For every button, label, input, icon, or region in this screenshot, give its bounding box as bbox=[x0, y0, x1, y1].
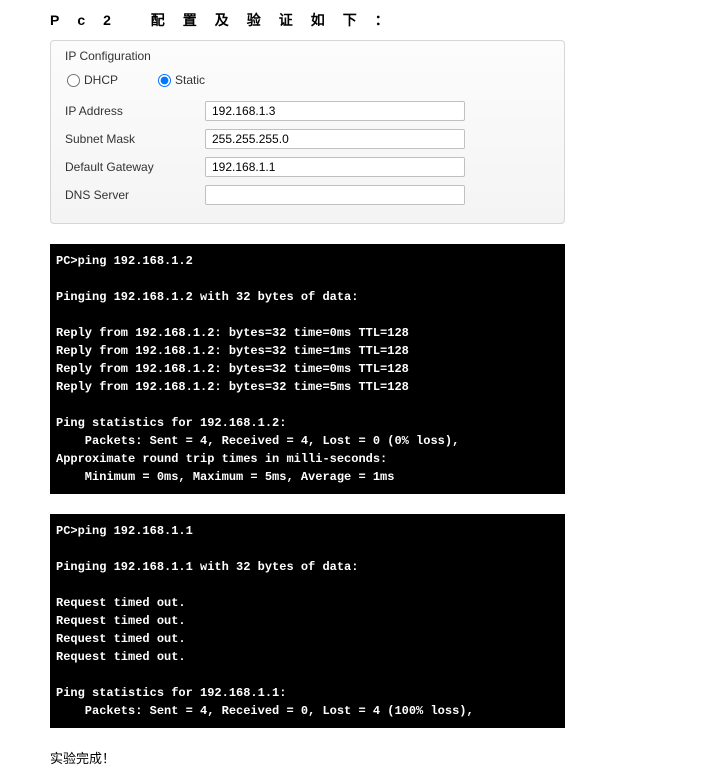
static-radio-item[interactable]: Static bbox=[158, 73, 205, 87]
experiment-complete-text: 实验完成！ bbox=[50, 748, 671, 767]
static-radio[interactable] bbox=[158, 74, 171, 87]
dns-server-label: DNS Server bbox=[65, 188, 205, 202]
dhcp-label: DHCP bbox=[84, 73, 118, 87]
ip-config-legend: IP Configuration bbox=[65, 49, 550, 63]
ip-mode-radio-group: DHCP Static bbox=[65, 69, 550, 97]
ip-address-label: IP Address bbox=[65, 104, 205, 118]
default-gateway-row: Default Gateway bbox=[65, 153, 550, 181]
dhcp-radio[interactable] bbox=[67, 74, 80, 87]
terminal-output-2: PC>ping 192.168.1.1 Pinging 192.168.1.1 … bbox=[50, 514, 565, 728]
dns-server-row: DNS Server bbox=[65, 181, 550, 209]
subnet-mask-input[interactable] bbox=[205, 129, 465, 149]
static-label: Static bbox=[175, 73, 205, 87]
ip-address-input[interactable] bbox=[205, 101, 465, 121]
dns-server-input[interactable] bbox=[205, 185, 465, 205]
page-title: Pc2 配置及验证如下： bbox=[50, 10, 671, 30]
dhcp-radio-item[interactable]: DHCP bbox=[67, 73, 118, 87]
ip-configuration-panel: IP Configuration DHCP Static IP Address … bbox=[50, 40, 565, 224]
subnet-mask-label: Subnet Mask bbox=[65, 132, 205, 146]
subnet-mask-row: Subnet Mask bbox=[65, 125, 550, 153]
terminal-output-1: PC>ping 192.168.1.2 Pinging 192.168.1.2 … bbox=[50, 244, 565, 494]
default-gateway-label: Default Gateway bbox=[65, 160, 205, 174]
default-gateway-input[interactable] bbox=[205, 157, 465, 177]
ip-address-row: IP Address bbox=[65, 97, 550, 125]
